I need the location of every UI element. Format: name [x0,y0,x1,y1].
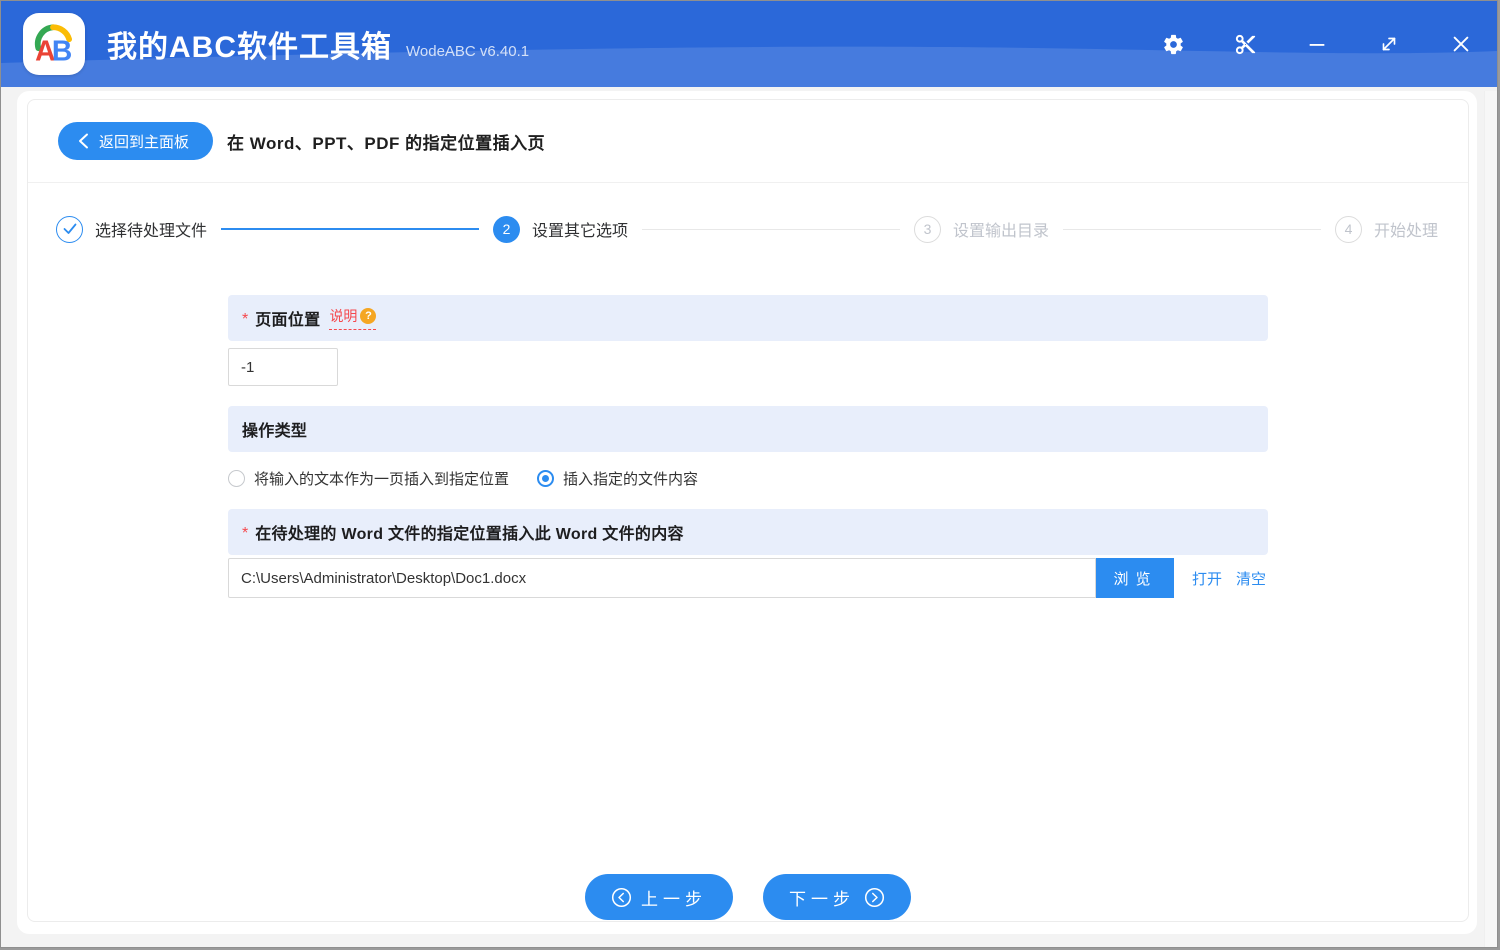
circle-arrow-right-icon [864,887,885,907]
file-path-input[interactable] [228,558,1096,598]
help-link-label: 说明 [329,308,358,324]
radio-selected-icon [537,470,555,487]
settings-icon[interactable] [1161,32,1185,56]
step-connector [1063,228,1321,230]
step-select-files: 选择待处理文件 [56,215,208,243]
back-to-dashboard-button[interactable]: 返回到主面板 [58,122,214,160]
prev-step-button[interactable]: 上一步 [585,874,733,920]
radio-unselected-icon [228,470,245,487]
step-1-label: 选择待处理文件 [95,223,208,240]
page-position-help-link[interactable]: 说明 ? [329,306,377,330]
app-window: A B 我的ABC软件工具箱 WodeABC v6.40.1 返回到主面板 在 … [0,0,1498,948]
step-other-options: 2 设置其它选项 [493,215,629,243]
radio-insert-text-label: 将输入的文本作为一页插入到指定位置 [254,471,510,488]
maximize-icon[interactable] [1377,32,1401,56]
close-icon[interactable] [1449,32,1473,56]
required-asterisk: * [242,524,249,542]
operation-type-options: 将输入的文本作为一页插入到指定位置 插入指定的文件内容 [228,468,1268,489]
radio-insert-file-option[interactable]: 插入指定的文件内容 [537,468,698,489]
main-panel: 返回到主面板 在 Word、PPT、PDF 的指定位置插入页 选择待处理文件 2… [17,91,1477,934]
back-button-label: 返回到主面板 [99,133,190,151]
operation-type-label: 操作类型 [242,423,308,440]
browse-button[interactable]: 浏览 [1096,558,1174,598]
app-title: 我的ABC软件工具箱 [107,31,392,64]
step-start-processing: 4 开始处理 [1335,215,1439,243]
next-step-label: 下一步 [789,889,855,909]
titlebar: A B 我的ABC软件工具箱 WodeABC v6.40.1 [1,1,1497,87]
minimize-icon[interactable] [1305,32,1329,56]
open-file-link[interactable]: 打开 [1192,568,1222,589]
step-indicator: 选择待处理文件 2 设置其它选项 3 设置输出目录 4 开始处理 [28,183,1468,275]
page-title: 在 Word、PPT、PDF 的指定位置插入页 [227,133,546,153]
step-1-check-icon [56,215,83,243]
options-form: * 页面位置 说明 ? 操作类型 将输入的文本作为一页插入到指定位置 [228,295,1268,598]
file-links: 打开 清空 [1192,568,1266,589]
step-connector [221,228,479,230]
step-3-label: 设置输出目录 [953,223,1050,240]
question-mark-icon: ? [360,308,377,324]
circle-arrow-left-icon [611,887,632,907]
insert-file-row: 浏览 打开 清空 [228,558,1268,598]
app-logo: A B [23,13,85,75]
scissors-icon[interactable] [1233,32,1257,56]
titlebar-inner: A B 我的ABC软件工具箱 WodeABC v6.40.1 [1,1,1497,87]
radio-insert-text-option[interactable]: 将输入的文本作为一页插入到指定位置 [228,468,509,489]
page-position-input[interactable] [228,348,338,386]
insert-file-label: 在待处理的 Word 文件的指定位置插入此 Word 文件的内容 [255,526,684,543]
operation-type-section-header: 操作类型 [228,406,1268,452]
step-4-number: 4 [1335,215,1362,243]
step-4-label: 开始处理 [1374,223,1439,240]
app-logo-icon: A B [34,24,72,67]
chevron-left-icon [79,133,88,149]
page-position-section-header: * 页面位置 说明 ? [228,295,1268,341]
clear-file-link[interactable]: 清空 [1236,568,1266,589]
page-position-label: 页面位置 [255,312,321,329]
step-2-number: 2 [493,215,520,243]
required-asterisk: * [242,310,249,328]
header-row: 返回到主面板 在 Word、PPT、PDF 的指定位置插入页 [28,100,1468,183]
scrollbar[interactable] [1484,91,1497,947]
prev-step-label: 上一步 [641,889,707,909]
step-3-number: 3 [914,215,941,243]
insert-file-section-header: * 在待处理的 Word 文件的指定位置插入此 Word 文件的内容 [228,509,1268,555]
step-2-label: 设置其它选项 [532,223,629,240]
wizard-nav: 上一步 下一步 [28,874,1468,920]
next-step-button[interactable]: 下一步 [763,874,911,920]
radio-insert-file-label: 插入指定的文件内容 [563,471,699,488]
content-card: 返回到主面板 在 Word、PPT、PDF 的指定位置插入页 选择待处理文件 2… [27,99,1469,922]
titlebar-controls [1161,32,1473,56]
svg-text:B: B [52,35,72,67]
app-version: WodeABC v6.40.1 [406,42,530,60]
step-output-dir: 3 设置输出目录 [914,215,1050,243]
step-connector [642,228,900,230]
